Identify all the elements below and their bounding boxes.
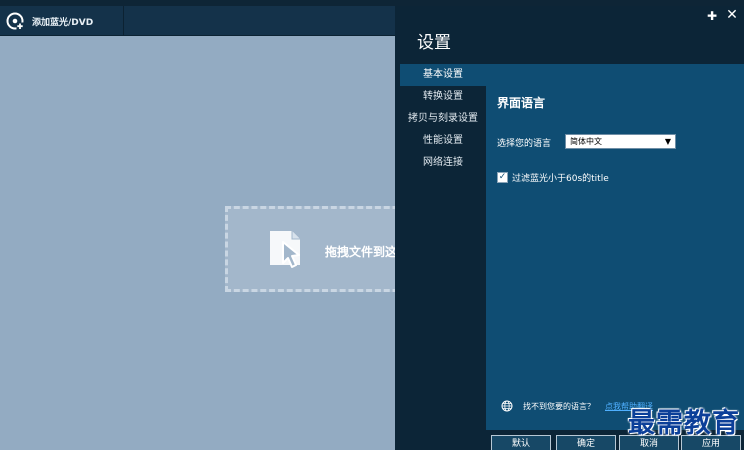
settings-title: 设置: [417, 33, 451, 53]
watermark: 最需教育: [628, 408, 740, 439]
drop-hint-text: 拖拽文件到这: [325, 245, 398, 259]
settings-content: 界面语言 选择您的语言 简体中文 ▼ ✓ 过滤蓝光小于60s的title 找不到…: [486, 64, 744, 430]
filter-option-row: ✓ 过滤蓝光小于60s的title: [497, 171, 609, 184]
bluray-disc-icon: [6, 12, 24, 30]
nav-item-network-connection[interactable]: 网络连接: [400, 152, 486, 174]
language-help-text: 找不到您要的语言？: [523, 401, 595, 411]
default-button[interactable]: 默认: [491, 435, 551, 450]
nav-item-performance-settings[interactable]: 性能设置: [400, 130, 486, 152]
file-drop-icon: [270, 231, 300, 268]
pin-icon[interactable]: ✚: [706, 9, 718, 23]
ok-button[interactable]: 确定: [556, 435, 616, 450]
nav-item-basic-settings[interactable]: 基本设置: [400, 64, 486, 86]
workspace: 拖拽文件到这: [0, 36, 425, 450]
settings-nav: 基本设置 转换设置 拷贝与刻录设置 性能设置 网络连接: [395, 64, 486, 430]
nav-item-conversion-settings[interactable]: 转换设置: [400, 86, 486, 108]
chevron-down-icon: ▼: [664, 137, 671, 146]
close-icon[interactable]: ✕: [725, 8, 739, 22]
main-toolbar: 添加蓝光/DVD: [0, 6, 395, 36]
language-label: 选择您的语言: [497, 139, 552, 149]
settings-panel: ✚ ✕ 设置 基本设置 转换设置 拷贝与刻录设置 性能设置 网络连接 界面语言 …: [395, 6, 744, 450]
globe-icon: [501, 400, 513, 412]
language-select[interactable]: 简体中文 ▼: [565, 134, 676, 149]
check-icon: ✓: [498, 172, 507, 182]
add-bluray-dvd-label: 添加蓝光/DVD: [32, 17, 94, 28]
filter-short-titles-label: 过滤蓝光小于60s的title: [512, 174, 609, 184]
filter-short-titles-checkbox[interactable]: ✓: [497, 172, 508, 183]
nav-item-copy-burn-settings[interactable]: 拷贝与刻录设置: [400, 108, 486, 130]
add-bluray-dvd-button[interactable]: 添加蓝光/DVD: [0, 6, 124, 36]
language-select-value: 简体中文: [570, 137, 602, 146]
section-title: 界面语言: [497, 96, 546, 110]
